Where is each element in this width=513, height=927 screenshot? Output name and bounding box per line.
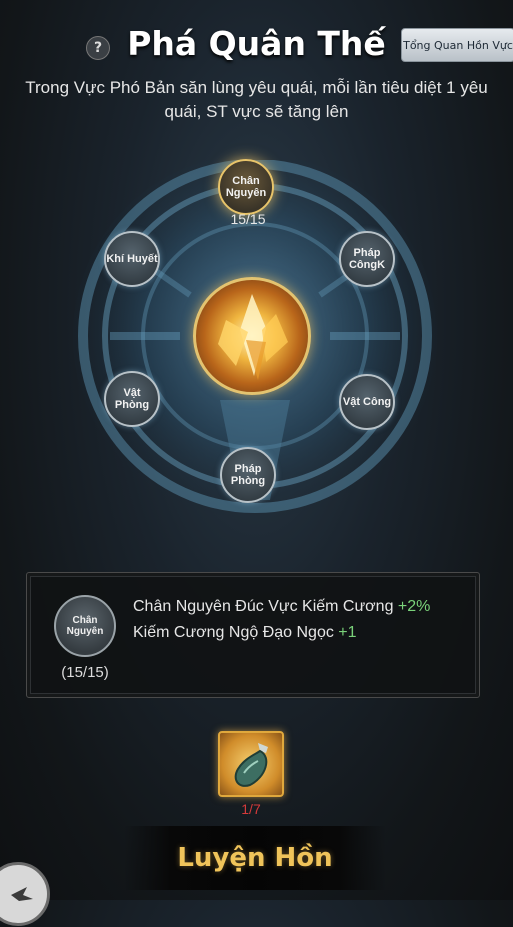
node-khi-huyet[interactable]: Khí Huyết [104,231,160,287]
bonus-line-1: Chân Nguyên Đúc Vực Kiếm Cương +2% [133,598,430,616]
node-vat-phong[interactable]: Vật Phòng [104,371,160,427]
golden-crystal-icon[interactable] [193,277,311,395]
node-phap-cong[interactable]: Pháp CôngK [339,231,395,287]
node-label: Chân Nguyên [225,175,267,199]
selected-node-badge: Chân Nguyên [54,595,116,657]
node-phap-phong[interactable]: Pháp Phòng [220,447,276,503]
node-chan-nguyen[interactable]: Chân Nguyên [218,159,274,215]
node-progress-count: 15/15 [230,211,266,227]
jade-flask-graphic [234,743,268,787]
bonus-line-2-value: +1 [338,624,357,641]
selected-node-count: (15/15) [61,664,109,681]
overview-button[interactable]: Tổng Quan Hồn Vực [401,28,513,62]
node-label: Vật Công [342,396,392,408]
back-arrow-glyph [11,887,33,901]
node-label: Khí Huyết [106,253,158,265]
node-vat-cong[interactable]: Vật Công [339,374,395,430]
page-description: Trong Vực Phó Bản săn lùng yêu quái, mỗi… [25,78,488,121]
node-label: Pháp CôngK [348,247,386,271]
bonus-line-2-text: Kiếm Cương Ngộ Đạo Ngọc [133,624,334,641]
crystal-shards [218,294,288,380]
selected-node-label: Chân Nguyên [66,615,104,637]
bonus-line-1-text: Chân Nguyên Đúc Vực Kiếm Cương [133,598,394,615]
node-label: Vật Phòng [114,387,150,411]
material-count: 1/7 [241,801,261,817]
refine-button[interactable]: Luyện Hồn [124,826,386,890]
bonus-line-1-value: +2% [397,598,431,615]
jade-flask-icon[interactable] [218,731,284,797]
bonus-line-2: Kiếm Cương Ngộ Đạo Ngọc +1 [133,624,357,642]
back-icon[interactable] [0,862,50,926]
node-label: Pháp Phòng [230,463,266,487]
